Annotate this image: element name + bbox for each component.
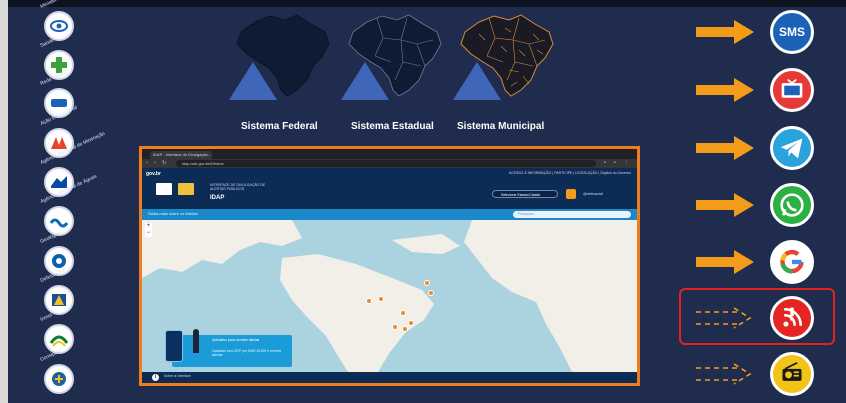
defesa-civil-logo-icon-graphic xyxy=(52,294,66,306)
alert-marker[interactable] xyxy=(378,296,384,302)
search-bar: Saiba mais sobre os Alertas Pesquisar... xyxy=(142,209,637,220)
alert-marker[interactable] xyxy=(402,326,408,332)
tv-icon[interactable] xyxy=(770,68,814,112)
defesa-civil-logo-icon: Defesa Civil xyxy=(39,267,74,315)
reload-icon[interactable]: ↻ xyxy=(162,161,167,166)
phone-illustration xyxy=(165,330,183,362)
mdr-logo xyxy=(156,183,172,195)
rss-alert-icon-glyph xyxy=(783,307,802,327)
forward-icon[interactable]: › xyxy=(154,161,159,166)
promo-title: Aplicativo para receber alertas xyxy=(212,338,260,342)
north-america-land xyxy=(142,220,302,278)
search-hint[interactable]: Saiba mais sobre os Alertas xyxy=(148,211,198,216)
agency-label: Saúde xyxy=(39,37,56,49)
federal-map xyxy=(225,10,335,102)
radio-icon-glyph xyxy=(782,362,802,381)
solid-arrow-icon xyxy=(696,78,754,102)
left-edge-band xyxy=(0,0,8,403)
ministerio-logo-icon-graphic xyxy=(50,20,68,32)
browser-tab[interactable]: IDAP - Interface de Divulgação... xyxy=(150,151,212,159)
telegram-icon[interactable] xyxy=(770,126,814,170)
south-america-land xyxy=(280,254,434,372)
africa-europe-land xyxy=(464,220,637,372)
person-illustration xyxy=(193,329,199,353)
telegram-icon-glyph xyxy=(780,138,803,159)
browser-tab-strip: IDAP - Interface de Divulgação... xyxy=(142,149,637,159)
alert-marker[interactable] xyxy=(428,290,434,296)
ana-logo-icon-graphic xyxy=(49,218,69,228)
site-footer: i Sobre a Interface xyxy=(142,372,637,383)
atlantic-islands-land xyxy=(392,234,460,254)
alert-marker[interactable] xyxy=(392,324,398,330)
whatsapp-icon-glyph xyxy=(780,193,804,217)
censipam-logo-icon: Censipam xyxy=(39,348,74,394)
ministerio-logo-icon: Ministério xyxy=(39,0,74,41)
social-handle[interactable]: @defesacivil xyxy=(583,190,625,198)
url-field[interactable]: idap.mdr.gov.br/#/home xyxy=(176,160,596,167)
dashed-arrow-icon xyxy=(696,307,752,329)
estadual-map xyxy=(337,10,447,102)
zoom-control[interactable]: + − xyxy=(145,223,152,237)
estadual-map-graphic xyxy=(341,14,442,100)
map-label-estadual: Sistema Estadual xyxy=(351,121,434,132)
extension-icon[interactable]: • xyxy=(604,161,609,166)
gov-top-links[interactable]: ACESSO À INFORMAÇÃO | PARTICIPE | LEGISL… xyxy=(509,171,631,175)
google-icon[interactable] xyxy=(770,240,814,284)
idap-title: IDAP xyxy=(210,195,225,201)
solid-arrow-icon xyxy=(696,20,754,44)
google-icon-glyph xyxy=(780,249,804,274)
idap-browser-window: IDAP - Interface de Divulgação... ‹ › ↻ … xyxy=(139,146,640,386)
map-label-federal: Sistema Federal xyxy=(241,121,318,132)
solid-arrow-icon xyxy=(696,136,754,160)
whatsapp-icon[interactable] xyxy=(770,183,814,227)
alert-marker[interactable] xyxy=(366,298,372,304)
municipal-map xyxy=(449,10,559,102)
footer-link[interactable]: Sobre a Interface xyxy=(164,374,204,378)
back-icon[interactable]: ‹ xyxy=(146,161,151,166)
promo-text: Cadastre seu CEP por SMS 40199 e receba … xyxy=(212,349,281,357)
sms-label: SMS xyxy=(778,25,805,39)
idap-subtitle: INTERFACE DE DIVULGAÇÃO DE ALERTAS PÚBLI… xyxy=(210,183,266,191)
search-input[interactable]: Pesquisar... xyxy=(513,211,631,218)
menu-icon[interactable]: ⋮ xyxy=(624,161,629,166)
site-header: gov.br ACESSO À INFORMAÇÃO | PARTICIPE |… xyxy=(142,168,637,209)
map-label-municipal: Sistema Municipal xyxy=(457,121,545,132)
browser-address-bar: ‹ › ↻ idap.mdr.gov.br/#/home • • ⋮ xyxy=(142,159,637,168)
info-icon[interactable]: i xyxy=(152,374,159,381)
agency-logo-column: Ministério Saúde Rede SIGEO Ação Educaciona… xyxy=(38,0,106,403)
municipal-map-graphic xyxy=(453,14,554,100)
dashed-arrow-icon xyxy=(696,363,752,385)
rss-feed-icon[interactable] xyxy=(566,189,576,199)
gov-br-logo[interactable]: gov.br xyxy=(146,171,161,177)
tv-icon-glyph xyxy=(781,78,803,98)
defesa-civil-logo xyxy=(178,183,194,195)
censipam-logo-icon-graphic xyxy=(52,372,66,386)
agency-label: Inmet xyxy=(39,312,54,323)
sms-icon[interactable]: SMS xyxy=(770,10,814,54)
top-band xyxy=(0,0,846,7)
solid-arrow-icon xyxy=(696,193,754,217)
alert-map[interactable]: + − Aplicativo para receber alertas Cadas… xyxy=(142,220,637,372)
profile-icon[interactable]: • xyxy=(614,161,619,166)
radio-icon[interactable] xyxy=(770,352,814,396)
inmet-logo-icon-graphic xyxy=(49,335,69,347)
alert-marker[interactable] xyxy=(424,280,430,286)
federal-map-graphic xyxy=(229,14,330,100)
solid-arrow-icon xyxy=(696,250,754,274)
alert-marker[interactable] xyxy=(400,310,406,316)
rss-alert-icon[interactable] xyxy=(770,296,814,340)
alert-marker[interactable] xyxy=(408,320,414,326)
state-city-select[interactable]: Selecione Estado/Cidade xyxy=(492,190,558,198)
app-promo-banner[interactable]: Aplicativo para receber alertas Cadastre… xyxy=(165,329,292,367)
